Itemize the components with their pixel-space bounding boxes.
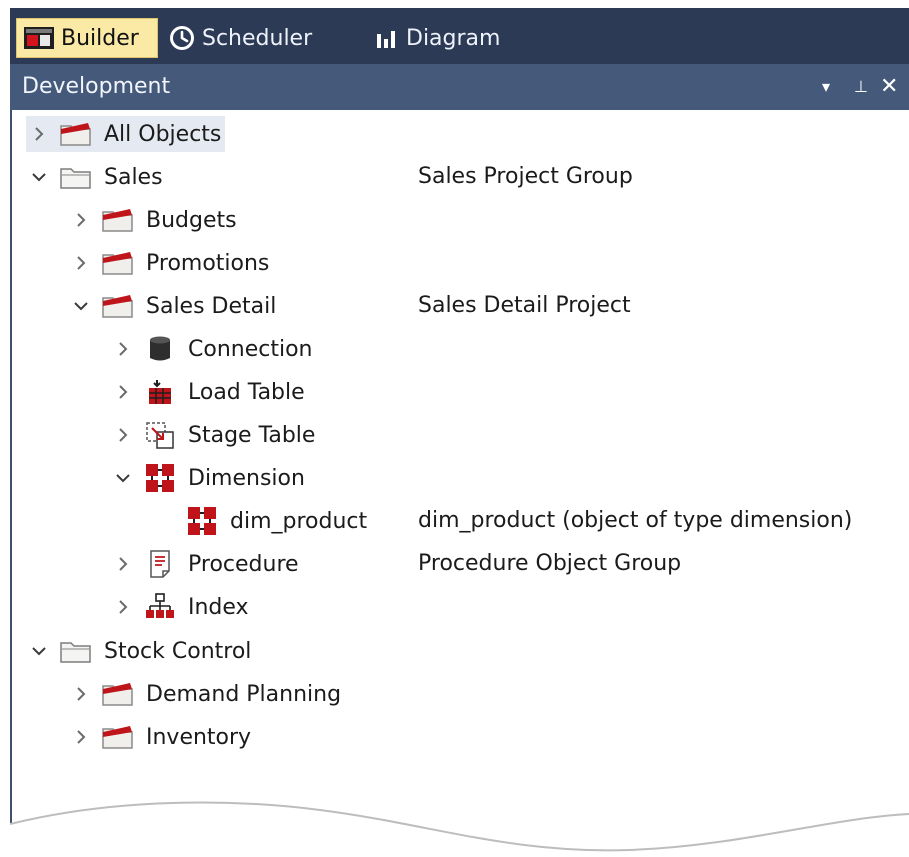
- torn-edge-decoration: [10, 801, 909, 857]
- chevron-right-icon[interactable]: [68, 202, 94, 238]
- tree-node-label: Procedure: [188, 551, 299, 577]
- folder-red-icon: [100, 722, 136, 752]
- tree-node-label: Sales Detail: [146, 293, 277, 319]
- folder-plain-icon: [58, 636, 94, 666]
- tree-node-label: Sales: [104, 164, 163, 190]
- folder-red-icon: [100, 291, 136, 321]
- tree-node-inventory[interactable]: Inventory: [68, 719, 251, 755]
- tree-node-label: Promotions: [146, 250, 270, 276]
- clock-icon: [168, 26, 196, 50]
- chevron-right-icon[interactable]: [68, 676, 94, 712]
- chevron-down-icon[interactable]: [26, 633, 52, 669]
- tree-node-stage-table[interactable]: Stage Table: [110, 417, 315, 453]
- tree-node-dimension[interactable]: Dimension: [110, 460, 305, 496]
- panel-header: Development ▾ ⊥ ✕: [10, 64, 909, 110]
- tree-node-label: Index: [188, 594, 249, 620]
- folder-plain-icon: [58, 162, 94, 192]
- tree-node-procedure[interactable]: Procedure: [110, 546, 299, 582]
- panel-title: Development: [22, 74, 171, 99]
- tree-node-promotions[interactable]: Promotions: [68, 245, 269, 281]
- chevron-right-icon[interactable]: [110, 417, 136, 453]
- tab-builder[interactable]: Builder: [16, 18, 158, 58]
- dimension-icon: [184, 506, 220, 536]
- tree-node-label: Budgets: [146, 207, 237, 233]
- tree-node-label: Inventory: [146, 724, 252, 750]
- tree-node-budgets[interactable]: Budgets: [68, 202, 237, 238]
- tab-diagram-label: Diagram: [406, 25, 501, 51]
- tree-node-load-table[interactable]: Load Table: [110, 374, 305, 410]
- tree-node-stock-control[interactable]: Stock Control: [26, 633, 251, 669]
- builder-icon: [23, 26, 55, 50]
- builder-window: Builder Scheduler Diagram Development ▾ …: [10, 8, 909, 857]
- tree-node-description: dim_product (object of type dimension): [418, 508, 853, 533]
- index-icon: [142, 592, 178, 622]
- folder-red-icon: [100, 205, 136, 235]
- tree-node-description: Procedure Object Group: [418, 551, 682, 576]
- chevron-right-icon[interactable]: [110, 546, 136, 582]
- bar-chart-icon: [374, 26, 400, 50]
- tab-scheduler-label: Scheduler: [202, 25, 313, 51]
- tree-node-label: Load Table: [188, 379, 305, 405]
- tree-node-demand-planning[interactable]: Demand Planning: [68, 676, 341, 712]
- folder-red-icon: [58, 119, 94, 149]
- tab-scheduler[interactable]: Scheduler: [162, 18, 332, 58]
- panel-close-button[interactable]: ✕: [880, 64, 898, 110]
- folder-red-icon: [100, 248, 136, 278]
- tree-node-sales[interactable]: Sales: [26, 159, 163, 195]
- tree-node-label: Dimension: [188, 465, 305, 491]
- tree-node-label: dim_product: [230, 508, 368, 534]
- chevron-down-icon[interactable]: [26, 159, 52, 195]
- chevron-down-icon[interactable]: [68, 288, 94, 324]
- object-tree: All Objects Sales Sales Project Group Bu…: [10, 110, 909, 857]
- tree-node-description: Sales Project Group: [418, 164, 633, 189]
- tree-node-connection[interactable]: Connection: [110, 331, 312, 367]
- stage-table-icon: [142, 420, 178, 450]
- tree-node-sales-detail[interactable]: Sales Detail: [68, 288, 276, 324]
- chevron-right-icon[interactable]: [68, 719, 94, 755]
- panel-dropdown-button[interactable]: ▾: [822, 64, 830, 110]
- tree-node-label: Stage Table: [188, 422, 316, 448]
- database-icon: [142, 334, 178, 364]
- tab-builder-label: Builder: [61, 25, 139, 51]
- tab-diagram[interactable]: Diagram: [368, 18, 518, 58]
- load-table-icon: [142, 377, 178, 407]
- tree-node-label: Stock Control: [104, 638, 252, 664]
- chevron-right-icon[interactable]: [110, 374, 136, 410]
- tree-node-label: Connection: [188, 336, 313, 362]
- chevron-right-icon[interactable]: [68, 245, 94, 281]
- folder-red-icon: [100, 679, 136, 709]
- procedure-icon: [142, 549, 178, 579]
- tree-node-label: Demand Planning: [146, 681, 342, 707]
- tab-bar: Builder Scheduler Diagram: [10, 8, 909, 64]
- tree-node-description: Sales Detail Project: [418, 293, 631, 318]
- tree-node-label: All Objects: [104, 121, 222, 147]
- tree-node-all-objects[interactable]: All Objects: [26, 116, 226, 152]
- chevron-right-icon[interactable]: [110, 589, 136, 625]
- chevron-down-icon[interactable]: [110, 460, 136, 496]
- panel-pin-button[interactable]: ⊥: [854, 64, 868, 110]
- chevron-right-icon[interactable]: [26, 116, 52, 152]
- tree-node-dim-product[interactable]: dim_product: [152, 503, 367, 539]
- tree-node-index[interactable]: Index: [110, 589, 249, 625]
- dimension-icon: [142, 463, 178, 493]
- chevron-right-icon[interactable]: [110, 331, 136, 367]
